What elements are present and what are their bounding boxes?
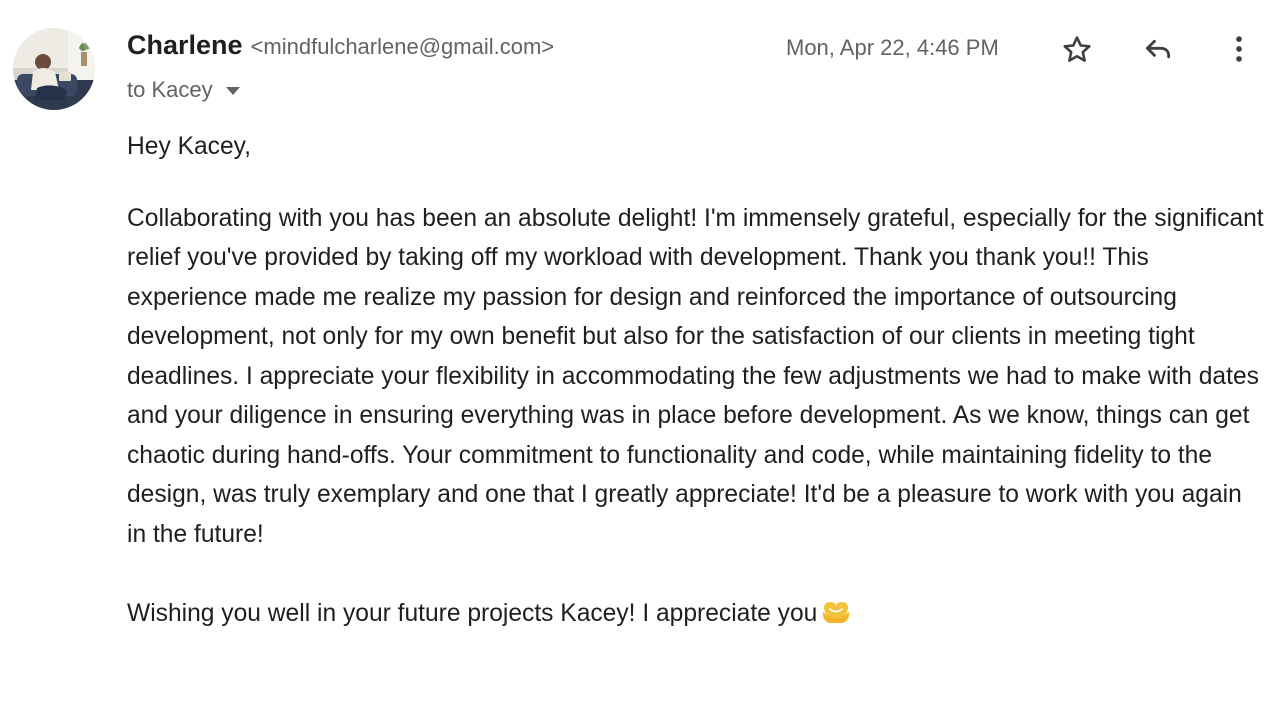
more-options-button[interactable] xyxy=(1219,29,1259,69)
heart-hands-emoji-icon xyxy=(821,599,851,639)
message-closing-line: Wishing you well in your future projects… xyxy=(127,594,1267,639)
sender-email[interactable]: <mindfulcharlene@gmail.com> xyxy=(251,34,555,60)
reply-button[interactable] xyxy=(1138,29,1178,69)
caret-down-icon[interactable] xyxy=(225,87,240,95)
sender-line: Charlene <mindfulcharlene@gmail.com> xyxy=(127,30,554,66)
recipient-label: to Kacey xyxy=(127,77,213,102)
message-body: Hey Kacey, Collaborating with you has be… xyxy=(127,127,1267,639)
message-paragraph: Collaborating with you has been an absol… xyxy=(127,204,1264,548)
star-button[interactable] xyxy=(1057,30,1097,70)
recipient-details-toggle[interactable]: to Kacey xyxy=(127,75,240,105)
email-message: Charlene <mindfulcharlene@gmail.com> to … xyxy=(0,0,1286,701)
message-greeting: Hey Kacey, xyxy=(127,133,251,160)
sender-name[interactable]: Charlene xyxy=(127,30,243,61)
sender-avatar[interactable] xyxy=(13,28,95,110)
more-vert-icon xyxy=(1236,36,1242,62)
message-date: Mon, Apr 22, 4:46 PM xyxy=(786,35,999,60)
message-closing: Wishing you well in your future projects… xyxy=(127,600,818,627)
star-outline-icon xyxy=(1063,36,1091,62)
reply-icon xyxy=(1145,39,1171,59)
